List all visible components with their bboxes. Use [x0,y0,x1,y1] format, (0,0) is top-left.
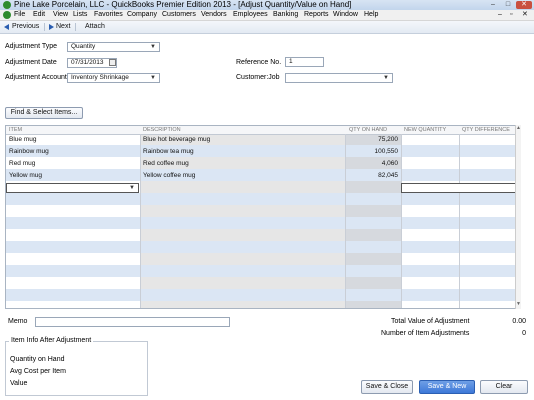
table-scrollbar[interactable]: ▲ ▼ [515,125,521,309]
menu-bar: File Edit View Lists Favorites Company C… [0,10,534,21]
cell-qty-on-hand: 82,045 [378,172,398,179]
menu-favorites[interactable]: Favorites [94,10,123,20]
close-button[interactable]: ✕ [516,1,532,9]
menu-file[interactable]: File [14,10,25,20]
scroll-down-icon[interactable]: ▼ [516,302,521,307]
customer-job-select[interactable]: ▼ [285,73,393,83]
table-row-stripe [6,193,520,205]
cell-item[interactable]: Yellow mug [9,170,42,182]
attach-button[interactable]: Attach [85,21,105,33]
menu-view[interactable]: View [53,10,68,20]
item-select-input[interactable]: ▼ [6,183,139,193]
doc-minimize-button[interactable]: – [498,10,502,20]
toolbar-divider [75,23,76,31]
document-icon [3,11,11,19]
cell-item[interactable]: Red mug [9,158,35,170]
cell-description: Blue hot beverage mug [143,136,211,143]
doc-close-button[interactable]: ✕ [522,10,528,20]
save-new-button[interactable]: Save & New [419,380,475,394]
arrow-left-icon[interactable] [4,24,9,30]
menu-company[interactable]: Company [127,10,157,20]
previous-button[interactable]: Previous [12,21,39,33]
table-row[interactable]: Blue mug Blue hot beverage mug 75,200 [6,134,520,146]
reference-no-field[interactable]: 1 [285,57,324,67]
toolbar: Previous Next Attach [0,21,534,34]
header-qty-on-hand[interactable]: QTY ON HAND [349,126,387,134]
table-row[interactable]: Red mug Red coffee mug 4,060 [6,158,520,170]
menu-customers[interactable]: Customers [162,10,196,20]
info-value-label: Value [10,380,28,387]
total-value-label: Total Value of Adjustment [391,318,470,325]
menu-edit[interactable]: Edit [33,10,45,20]
cell-item[interactable]: Rainbow mug [9,146,49,158]
adjustment-account-select[interactable]: Inventory Shrinkage ▼ [67,73,160,83]
reference-no-value: 1 [289,58,293,65]
menu-lists[interactable]: Lists [73,10,87,20]
maximize-button[interactable]: □ [501,1,515,9]
minimize-button[interactable]: – [486,1,500,9]
num-adjustments-label: Number of Item Adjustments [381,330,470,337]
adjustment-type-value: Quantity [71,43,96,50]
toolbar-divider [44,23,45,31]
adjustment-date-label: Adjustment Date [5,59,57,66]
cell-item[interactable]: Blue mug [9,134,36,146]
chevron-down-icon: ▼ [383,75,389,81]
info-avg-cost-label: Avg Cost per Item [10,368,66,375]
adjustment-account-label: Adjustment Account [5,74,67,81]
table-row[interactable]: Rainbow mug Rainbow tea mug 100,550 [6,146,520,158]
cell-description: Yellow coffee mug [143,172,196,179]
clear-button[interactable]: Clear [480,380,528,394]
reference-no-label: Reference No. [236,59,282,66]
cell-description: Red coffee mug [143,160,189,167]
chevron-down-icon: ▼ [150,75,156,81]
adjustment-date-value: 07/31/2013 [71,59,104,66]
cell-qty-on-hand: 75,200 [378,136,398,143]
calendar-icon[interactable] [109,59,116,66]
save-close-button[interactable]: Save & Close [361,380,413,394]
table-row-stripe [6,289,520,301]
chevron-down-icon: ▼ [129,185,135,191]
info-box-title: Item Info After Adjustment [9,336,94,346]
adjustment-account-value: Inventory Shrinkage [71,74,129,81]
info-quantity-label: Quantity on Hand [10,356,65,363]
new-quantity-input[interactable] [401,183,520,193]
table-row-stripe [6,265,520,277]
menu-reports[interactable]: Reports [304,10,329,20]
window-title: Pine Lake Porcelain, LLC - QuickBooks Pr… [14,0,352,9]
doc-restore-button[interactable]: ▫ [510,10,512,20]
cell-description: Rainbow tea mug [143,148,194,155]
total-value: 0.00 [512,318,526,325]
header-new-quantity[interactable]: NEW QUANTITY [404,126,446,134]
next-button[interactable]: Next [56,21,70,33]
adjustment-type-select[interactable]: Quantity ▼ [67,42,160,52]
items-table: ITEM DESCRIPTION QTY ON HAND NEW QUANTIT… [5,125,521,309]
table-row[interactable]: Yellow mug Yellow coffee mug 82,045 [6,170,520,182]
num-adjustments: 0 [522,330,526,337]
arrow-right-icon[interactable] [49,24,54,30]
header-item[interactable]: ITEM [9,126,22,134]
menu-window[interactable]: Window [333,10,358,20]
quickbooks-logo-icon [3,1,11,9]
cell-qty-on-hand: 4,060 [381,160,398,167]
memo-label: Memo [8,318,28,325]
menu-banking[interactable]: Banking [273,10,298,20]
scroll-up-icon[interactable]: ▲ [516,126,521,131]
header-description[interactable]: DESCRIPTION [143,126,181,134]
menu-employees[interactable]: Employees [233,10,268,20]
cell-qty-on-hand: 100,550 [374,148,399,155]
header-qty-difference[interactable]: QTY DIFFERENCE [462,126,510,134]
table-row-stripe [6,217,520,229]
menu-vendors[interactable]: Vendors [201,10,227,20]
adjustment-type-label: Adjustment Type [5,43,58,50]
customer-job-label: Customer:Job [236,74,280,81]
table-row-stripe [6,241,520,253]
memo-field[interactable] [35,317,230,327]
find-select-items-button[interactable]: Find & Select Items... [5,107,83,119]
chevron-down-icon: ▼ [150,44,156,50]
menu-help[interactable]: Help [364,10,378,20]
